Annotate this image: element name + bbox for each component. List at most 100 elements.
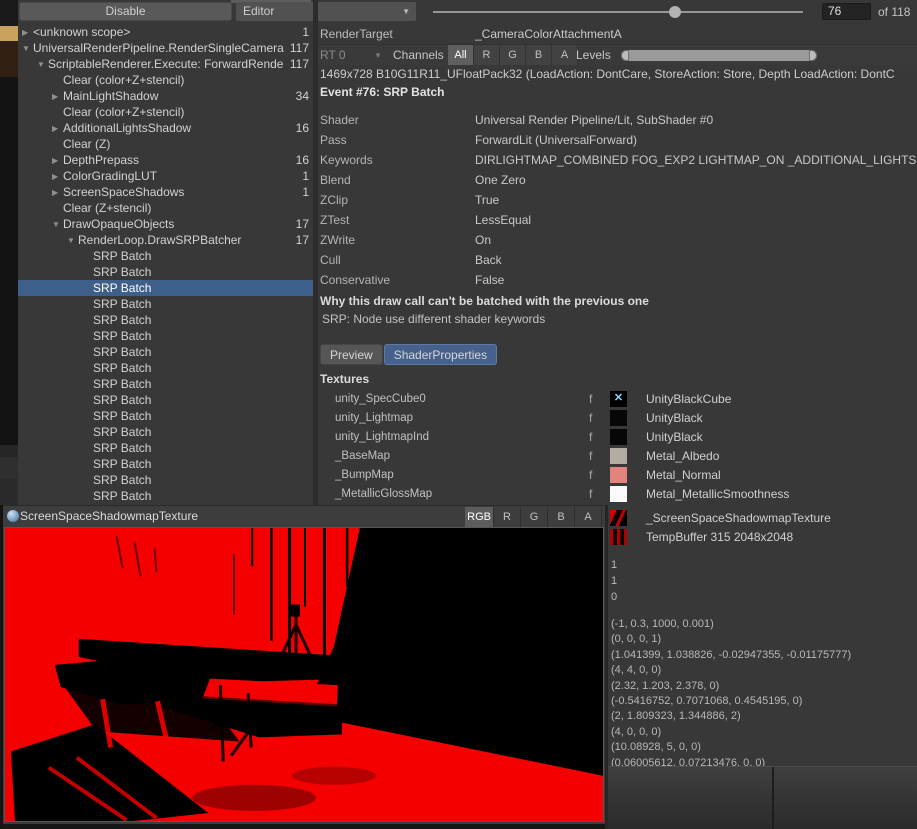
tree-row[interactable]: ▼UniversalRenderPipeline.RenderSingleCam… — [18, 40, 313, 56]
channel-b-button[interactable]: B — [526, 45, 552, 65]
rendertexture-icon — [7, 510, 19, 522]
tree-row[interactable]: Clear (color+Z+stencil) — [18, 104, 313, 120]
texture-thumbnail — [610, 510, 627, 526]
frame-number-input[interactable]: 76 — [822, 3, 871, 20]
tree-row[interactable]: ▶AdditionalLightsShadow16 — [18, 120, 313, 136]
chevron-right-icon[interactable]: ▶ — [52, 188, 63, 197]
tree-row[interactable]: SRP Batch — [18, 296, 313, 312]
tree-row-label: SRP Batch — [93, 489, 287, 503]
chevron-down-icon[interactable]: ▼ — [67, 236, 78, 245]
texture-name: UnityBlackCube — [646, 391, 731, 408]
texture-preview-panel: ScreenSpaceShadowmapTexture RGBRGBA — [3, 505, 605, 824]
tree-row[interactable]: SRP Batch — [18, 328, 313, 344]
texture-row[interactable]: _MetallicGlossMapfMetal_MetallicSmoothne… — [318, 486, 917, 504]
channel-r-button[interactable]: R — [474, 45, 500, 65]
preview-channel-a-button[interactable]: A — [575, 507, 602, 527]
tree-row-label: ScreenSpaceShadows — [63, 185, 287, 199]
tree-row[interactable]: SRP Batch — [18, 312, 313, 328]
textures-section-header: Textures — [320, 372, 369, 386]
tree-row[interactable]: ▶ColorGradingLUT1 — [18, 168, 313, 184]
channel-all-button[interactable]: All — [448, 45, 474, 65]
tree-row[interactable]: SRP Batch — [18, 424, 313, 440]
disable-button[interactable]: Disable — [19, 2, 232, 21]
dropdown-selected-label: Editor — [243, 4, 274, 18]
texture-filter-flag: f — [589, 391, 592, 408]
tree-row-label: SRP Batch — [93, 377, 287, 391]
texture-name: TempBuffer 315 2048x2048 — [646, 529, 793, 546]
chevron-down-icon[interactable]: ▼ — [37, 60, 48, 69]
channel-a-button[interactable]: A — [552, 45, 578, 65]
tree-row-label: Clear (color+Z+stencil) — [63, 73, 287, 87]
target-select-dropdown[interactable]: Editor ▼ — [236, 2, 416, 21]
tree-row[interactable]: SRP Batch — [18, 488, 313, 504]
preview-channel-rgb-button[interactable]: RGB — [465, 507, 494, 527]
frame-slider-track[interactable] — [433, 11, 803, 13]
texture-row[interactable]: _BaseMapfMetal_Albedo — [318, 448, 917, 466]
detail-label: Blend — [320, 170, 475, 190]
texture-row[interactable]: unity_SpecCube0f✕UnityBlackCube — [318, 391, 917, 409]
texture-row[interactable]: unity_LightmapIndfUnityBlack — [318, 429, 917, 447]
tree-row-label: SRP Batch — [93, 265, 287, 279]
tree-row[interactable]: ▼RenderLoop.DrawSRPBatcher17 — [18, 232, 313, 248]
tree-row[interactable]: ▶MainLightShadow34 — [18, 88, 313, 104]
tree-row[interactable]: SRP Batch — [18, 264, 313, 280]
tree-row[interactable]: SRP Batch — [18, 440, 313, 456]
detail-value: LessEqual — [475, 210, 917, 230]
tree-row[interactable]: SRP Batch — [18, 280, 313, 296]
tree-row[interactable]: SRP Batch — [18, 456, 313, 472]
tree-row[interactable]: Clear (Z+stencil) — [18, 200, 313, 216]
tree-row[interactable]: SRP Batch — [18, 408, 313, 424]
tree-row[interactable]: ▼DrawOpaqueObjects17 — [18, 216, 313, 232]
tree-row-label: Clear (Z) — [63, 137, 287, 151]
detail-label: Cull — [320, 250, 475, 270]
preview-channel-r-button[interactable]: R — [494, 507, 521, 527]
tab-preview[interactable]: Preview — [320, 344, 383, 365]
tree-row[interactable]: ▶DepthPrepass16 — [18, 152, 313, 168]
texture-name: Metal_Albedo — [646, 448, 719, 465]
preview-channel-g-button[interactable]: G — [521, 507, 548, 527]
chevron-right-icon[interactable]: ▶ — [22, 28, 33, 37]
channel-g-button[interactable]: G — [500, 45, 526, 65]
tree-row[interactable]: Clear (Z) — [18, 136, 313, 152]
tree-row[interactable]: Clear (color+Z+stencil) — [18, 72, 313, 88]
preview-channel-b-button[interactable]: B — [548, 507, 575, 527]
tree-row-label: SRP Batch — [93, 329, 287, 343]
tree-row-label: SRP Batch — [93, 249, 287, 263]
tree-row[interactable]: ▶ScreenSpaceShadows1 — [18, 184, 313, 200]
tree-row-label: Clear (color+Z+stencil) — [63, 105, 287, 119]
tree-row[interactable]: SRP Batch — [18, 392, 313, 408]
tree-row[interactable]: SRP Batch — [18, 360, 313, 376]
chevron-right-icon[interactable]: ▶ — [52, 92, 63, 101]
levels-max-handle[interactable] — [809, 50, 817, 61]
chevron-right-icon[interactable]: ▶ — [52, 156, 63, 165]
tree-row[interactable]: SRP Batch — [18, 472, 313, 488]
event-tree: ▶<unknown scope>1▼UniversalRenderPipelin… — [18, 24, 313, 505]
chevron-down-icon[interactable]: ▼ — [52, 220, 63, 229]
tree-row-label: SRP Batch — [93, 297, 287, 311]
tree-row[interactable]: SRP Batch — [18, 344, 313, 360]
tree-row-label: AdditionalLightsShadow — [63, 121, 287, 135]
tree-row-label: DepthPrepass — [63, 153, 287, 167]
tree-row-label: SRP Batch — [93, 425, 287, 439]
texture-row[interactable]: unity_LightmapfUnityBlack — [318, 410, 917, 428]
chevron-right-icon[interactable]: ▶ — [52, 124, 63, 133]
texture-row[interactable]: _BumpMapfMetal_Normal — [318, 467, 917, 485]
tab-shader-properties[interactable]: ShaderProperties — [384, 344, 497, 365]
tree-row[interactable]: SRP Batch — [18, 376, 313, 392]
levels-min-handle[interactable] — [621, 50, 629, 61]
tree-row[interactable]: ▼ScriptableRenderer.Execute: ForwardRend… — [18, 56, 313, 72]
detail-value: True — [475, 190, 917, 210]
chevron-right-icon[interactable]: ▶ — [52, 172, 63, 181]
detail-row: ShaderUniversal Render Pipeline/Lit, Sub… — [320, 110, 917, 130]
chevron-down-icon[interactable]: ▼ — [22, 44, 33, 53]
detail-label: Pass — [320, 130, 475, 150]
frame-slider-thumb[interactable] — [669, 6, 681, 18]
tree-row[interactable]: ▶<unknown scope>1 — [18, 24, 313, 40]
texture-filter-flag: f — [589, 448, 592, 465]
detail-row: ConservativeFalse — [320, 270, 917, 290]
texture-property-name: _BumpMap — [335, 467, 394, 484]
tree-row[interactable]: SRP Batch — [18, 248, 313, 264]
levels-range-slider[interactable] — [621, 50, 817, 61]
tree-row-label: SRP Batch — [93, 313, 287, 327]
rt-index-dropdown[interactable]: RT 0 — [320, 45, 346, 65]
